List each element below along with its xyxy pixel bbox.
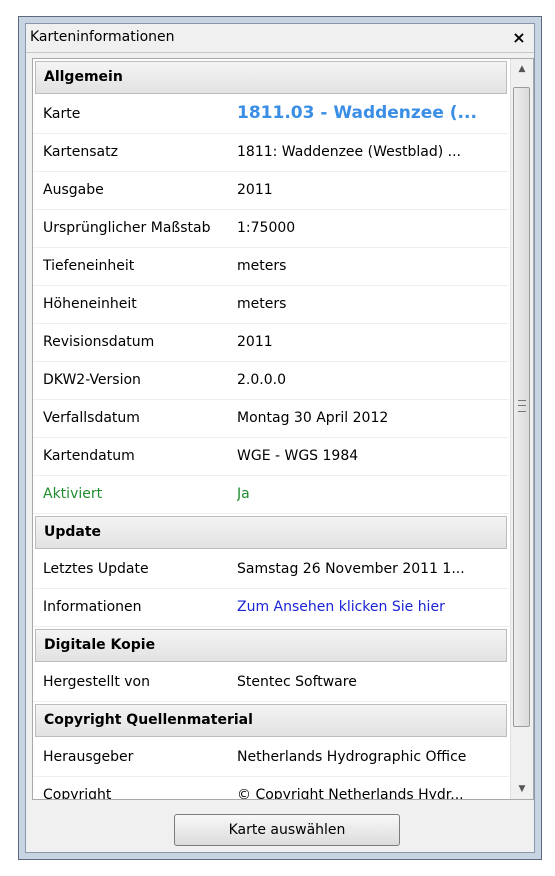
property-label: Informationen xyxy=(43,599,142,615)
property-label: Hergestellt von xyxy=(43,674,150,690)
property-value: Netherlands Hydrographic Office xyxy=(237,749,467,765)
property-row-letztes-update[interactable]: Letztes Update Samstag 26 November 2011 … xyxy=(33,551,509,589)
property-label: Ursprünglicher Maßstab xyxy=(43,220,211,236)
property-row-aktiviert[interactable]: Aktiviert Ja xyxy=(33,476,509,514)
property-row-copyright[interactable]: Copyright © Copyright Netherlands Hydr..… xyxy=(33,777,509,800)
property-label: DKW2-Version xyxy=(43,372,141,388)
property-row-hoeheneinheit[interactable]: Höheneinheit meters xyxy=(33,286,509,324)
property-label: Karte xyxy=(43,106,81,122)
property-value: WGE - WGS 1984 xyxy=(237,448,359,464)
property-value: 1:75000 xyxy=(237,220,296,236)
property-value: Montag 30 April 2012 xyxy=(237,410,389,426)
property-value: 1811: Waddenzee (Westblad) ... xyxy=(237,144,461,160)
property-row-revisionsdatum[interactable]: Revisionsdatum 2011 xyxy=(33,324,509,362)
property-label: Herausgeber xyxy=(43,749,134,765)
scroll-up-arrow-icon[interactable]: ▲ xyxy=(511,59,533,79)
scroll-down-arrow-icon[interactable]: ▼ xyxy=(511,779,533,799)
property-row-kartendatum[interactable]: Kartendatum WGE - WGS 1984 xyxy=(33,438,509,476)
property-label: Revisionsdatum xyxy=(43,334,155,350)
grip-icon xyxy=(518,400,526,412)
section-title: Update xyxy=(44,524,102,540)
property-value: Stentec Software xyxy=(237,674,357,690)
window-body: Karteninformationen × Allgemein Karte 18… xyxy=(25,23,535,853)
property-value: Samstag 26 November 2011 1... xyxy=(237,561,465,577)
property-row-kartensatz[interactable]: Kartensatz 1811: Waddenzee (Westblad) ..… xyxy=(33,134,509,172)
scrollbar-thumb[interactable] xyxy=(513,87,530,727)
section-title: Digitale Kopie xyxy=(44,637,156,653)
property-label: Tiefeneinheit xyxy=(43,258,135,274)
property-row-tiefeneinheit[interactable]: Tiefeneinheit meters xyxy=(33,248,509,286)
section-header-copyright[interactable]: Copyright Quellenmaterial xyxy=(35,704,507,737)
view-info-link[interactable]: Zum Ansehen klicken Sie hier xyxy=(237,599,503,615)
property-label: Ausgabe xyxy=(43,182,104,198)
property-value: 2.0.0.0 xyxy=(237,372,286,388)
properties-list: Allgemein Karte 1811.03 - Waddenzee (...… xyxy=(33,59,509,800)
property-value: © Copyright Netherlands Hydr... xyxy=(237,787,464,800)
property-row-karte[interactable]: Karte 1811.03 - Waddenzee (... xyxy=(33,96,509,134)
property-label: Verfallsdatum xyxy=(43,410,140,426)
window-title: Karteninformationen xyxy=(30,29,175,45)
property-row-informationen[interactable]: Informationen Zum Ansehen klicken Sie hi… xyxy=(33,589,509,627)
chart-info-window: Karteninformationen × Allgemein Karte 18… xyxy=(18,16,542,860)
property-value: meters xyxy=(237,296,287,312)
chart-name-value: 1811.03 - Waddenzee (... xyxy=(237,103,477,123)
vertical-scrollbar[interactable]: ▲ ▼ xyxy=(510,59,533,799)
property-label: Copyright xyxy=(43,787,112,800)
property-row-herausgeber[interactable]: Herausgeber Netherlands Hydrographic Off… xyxy=(33,739,509,777)
property-row-massstab[interactable]: Ursprünglicher Maßstab 1:75000 xyxy=(33,210,509,248)
property-row-verfallsdatum[interactable]: Verfallsdatum Montag 30 April 2012 xyxy=(33,400,509,438)
section-header-digitale-kopie[interactable]: Digitale Kopie xyxy=(35,629,507,662)
property-label: Kartendatum xyxy=(43,448,135,464)
section-header-allgemein[interactable]: Allgemein xyxy=(35,61,507,94)
title-bar: Karteninformationen × xyxy=(26,24,534,53)
property-label: Aktiviert xyxy=(43,486,103,502)
property-label: Höheneinheit xyxy=(43,296,137,312)
property-row-dkw2-version[interactable]: DKW2-Version 2.0.0.0 xyxy=(33,362,509,400)
activation-status-value: Ja xyxy=(237,486,250,502)
section-title: Copyright Quellenmaterial xyxy=(44,712,253,728)
property-row-ausgabe[interactable]: Ausgabe 2011 xyxy=(33,172,509,210)
property-value: 2011 xyxy=(237,182,273,198)
close-button[interactable]: × xyxy=(508,27,530,49)
property-value: 2011 xyxy=(237,334,273,350)
section-header-update[interactable]: Update xyxy=(35,516,507,549)
property-label: Kartensatz xyxy=(43,144,118,160)
section-title: Allgemein xyxy=(44,69,123,85)
property-value: meters xyxy=(237,258,287,274)
property-label: Letztes Update xyxy=(43,561,149,577)
property-row-hergestellt-von[interactable]: Hergestellt von Stentec Software xyxy=(33,664,509,702)
select-chart-button[interactable]: Karte auswählen xyxy=(174,814,400,846)
properties-panel: Allgemein Karte 1811.03 - Waddenzee (...… xyxy=(32,58,534,800)
